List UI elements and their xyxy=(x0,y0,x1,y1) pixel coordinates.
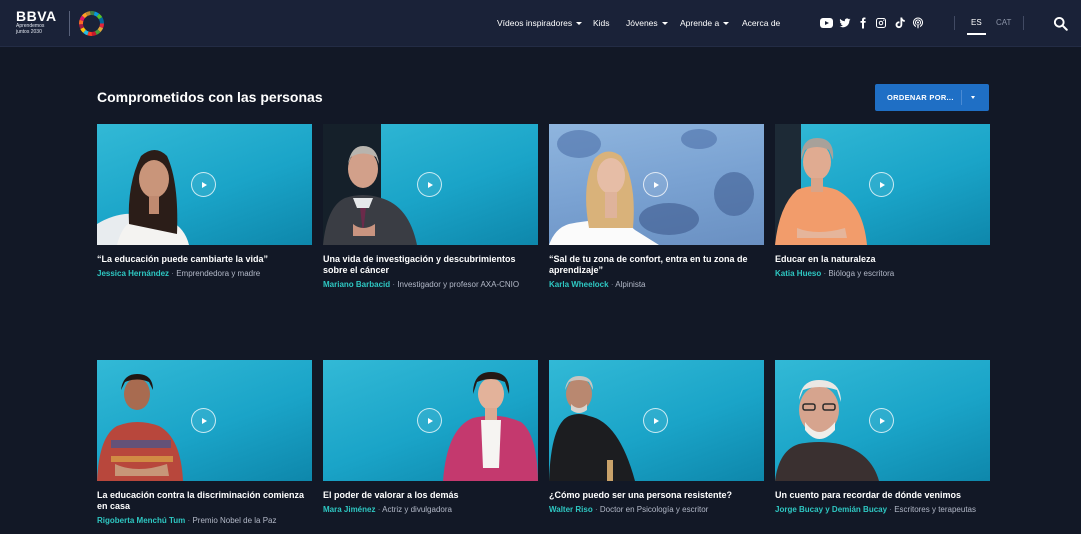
speaker-name[interactable]: Walter Riso xyxy=(549,505,593,514)
speaker-role: Emprendedora y madre xyxy=(176,269,261,278)
video-card[interactable]: La educación contra la discriminación co… xyxy=(97,360,312,526)
nav-item-aprende-a[interactable]: Aprende a xyxy=(680,18,730,28)
language-es[interactable]: ES xyxy=(967,18,986,35)
tiktok-icon[interactable] xyxy=(893,16,907,30)
video-title[interactable]: La educación contra la discriminación co… xyxy=(97,490,312,512)
nav-label: Vídeos inspiradores xyxy=(497,18,573,28)
language-cat[interactable]: CAT xyxy=(996,18,1011,27)
logo-wordmark: BBVA xyxy=(16,8,57,24)
video-card[interactable]: El poder de valorar a los demás Mara Jim… xyxy=(323,360,538,515)
twitter-icon[interactable] xyxy=(838,16,852,30)
video-meta: Walter Riso · Doctor en Psicología y esc… xyxy=(549,505,764,515)
speaker-name[interactable]: Katia Hueso xyxy=(775,269,821,278)
nav-item-acerca-de[interactable]: Acerca de xyxy=(742,18,780,28)
play-icon[interactable] xyxy=(191,408,216,433)
speaker-role: Escritores y terapeutas xyxy=(894,505,976,514)
logo-divider xyxy=(69,11,70,36)
video-thumbnail[interactable] xyxy=(549,360,764,481)
video-thumbnail[interactable] xyxy=(97,124,312,245)
chevron-down-icon xyxy=(723,21,730,25)
nav-item-jovenes[interactable]: Jóvenes xyxy=(626,18,668,28)
section-title: Comprometidos con las personas xyxy=(97,89,323,105)
speaker-role: Actriz y divulgadora xyxy=(382,505,452,514)
video-card[interactable]: Un cuento para recordar de dónde venimos… xyxy=(775,360,990,515)
video-thumbnail[interactable] xyxy=(549,124,764,245)
nav-label: Kids xyxy=(593,18,610,28)
speaker-name[interactable]: Karla Wheelock xyxy=(549,280,609,289)
search-icon[interactable] xyxy=(1053,16,1068,31)
speaker-name[interactable]: Jessica Hernández xyxy=(97,269,169,278)
video-title[interactable]: Una vida de investigación y descubrimien… xyxy=(323,254,538,276)
header-divider xyxy=(954,16,955,30)
video-card[interactable]: “La educación puede cambiarte la vida” J… xyxy=(97,124,312,279)
video-card[interactable]: Educar en la naturaleza Katia Hueso · Bi… xyxy=(775,124,990,279)
sdg-wheel-icon xyxy=(79,11,104,36)
speaker-role: Bióloga y escritora xyxy=(828,269,895,278)
speaker-name[interactable]: Jorge Bucay y Demián Bucay xyxy=(775,505,887,514)
meta-separator: · xyxy=(594,505,598,514)
play-icon[interactable] xyxy=(417,408,442,433)
top-navigation-bar: BBVA Aprendemos juntos 2030 Vídeos inspi… xyxy=(0,0,1081,47)
video-title[interactable]: ¿Cómo puedo ser una persona resistente? xyxy=(549,490,764,501)
video-title[interactable]: “Sal de tu zona de confort, entra en tu … xyxy=(549,254,764,276)
video-thumbnail[interactable] xyxy=(323,124,538,245)
video-meta: Jessica Hernández · Emprendedora y madre xyxy=(97,269,312,279)
meta-separator: · xyxy=(171,269,174,278)
video-meta: Karla Wheelock · Alpinista xyxy=(549,280,764,290)
video-thumbnail[interactable] xyxy=(775,360,990,481)
sort-dropdown-button[interactable]: ORDENAR POR... xyxy=(875,84,989,111)
video-title[interactable]: Educar en la naturaleza xyxy=(775,254,990,265)
video-thumbnail[interactable] xyxy=(97,360,312,481)
nav-label: Acerca de xyxy=(742,18,781,28)
play-icon[interactable] xyxy=(417,172,442,197)
nav-label: Jóvenes xyxy=(626,18,658,28)
speaker-name[interactable]: Mara Jiménez xyxy=(323,505,375,514)
logo-tagline-line2: juntos 2030 xyxy=(16,28,42,35)
chevron-down-icon xyxy=(971,96,975,99)
video-title[interactable]: “La educación puede cambiarte la vida” xyxy=(97,254,312,265)
chevron-down-icon xyxy=(661,21,668,25)
youtube-icon[interactable] xyxy=(819,16,833,30)
podcast-icon[interactable] xyxy=(911,16,925,30)
play-icon[interactable] xyxy=(869,172,894,197)
play-icon[interactable] xyxy=(643,172,668,197)
facebook-icon[interactable] xyxy=(856,16,870,30)
nav-label: Aprende a xyxy=(680,18,720,28)
chevron-down-icon xyxy=(576,21,583,25)
meta-separator: · xyxy=(187,516,191,525)
play-icon[interactable] xyxy=(869,408,894,433)
speaker-name[interactable]: Rigoberta Menchú Tum xyxy=(97,516,185,525)
video-meta: Jorge Bucay y Demián Bucay · Escritores … xyxy=(775,505,990,515)
meta-separator: · xyxy=(377,505,381,514)
nav-item-videos-inspiradores[interactable]: Vídeos inspiradores xyxy=(497,18,583,28)
speaker-role: Investigador y profesor AXA-CNIO xyxy=(397,280,520,289)
sort-label: ORDENAR POR... xyxy=(887,93,954,102)
play-icon[interactable] xyxy=(643,408,668,433)
video-meta: Rigoberta Menchú Tum · Premio Nobel de l… xyxy=(97,516,312,526)
speaker-role: Alpinista xyxy=(615,280,646,289)
meta-separator: · xyxy=(392,280,396,289)
header-divider xyxy=(1023,16,1024,30)
instagram-icon[interactable] xyxy=(874,16,888,30)
video-meta: Mara Jiménez · Actriz y divulgadora xyxy=(323,505,538,515)
video-title[interactable]: Un cuento para recordar de dónde venimos xyxy=(775,490,990,501)
meta-separator: · xyxy=(610,280,614,289)
video-card[interactable]: “Sal de tu zona de confort, entra en tu … xyxy=(549,124,764,290)
play-icon[interactable] xyxy=(191,172,216,197)
speaker-name[interactable]: Mariano Barbacid xyxy=(323,280,390,289)
video-card[interactable]: Una vida de investigación y descubrimien… xyxy=(323,124,538,290)
video-thumbnail[interactable] xyxy=(775,124,990,245)
nav-item-kids[interactable]: Kids xyxy=(593,18,610,28)
video-meta: Katia Hueso · Bióloga y escritora xyxy=(775,269,990,279)
video-card[interactable]: ¿Cómo puedo ser una persona resistente? … xyxy=(549,360,764,515)
meta-separator: · xyxy=(889,505,892,514)
video-title[interactable]: El poder de valorar a los demás xyxy=(323,490,538,501)
speaker-role: Doctor en Psicología y escritor xyxy=(599,505,709,514)
meta-separator: · xyxy=(823,269,827,278)
video-thumbnail[interactable] xyxy=(323,360,538,481)
speaker-role: Premio Nobel de la Paz xyxy=(192,516,277,525)
video-meta: Mariano Barbacid · Investigador y profes… xyxy=(323,280,538,290)
sort-divider xyxy=(961,90,962,105)
bbva-logo[interactable]: BBVA Aprendemos juntos 2030 xyxy=(16,9,66,39)
